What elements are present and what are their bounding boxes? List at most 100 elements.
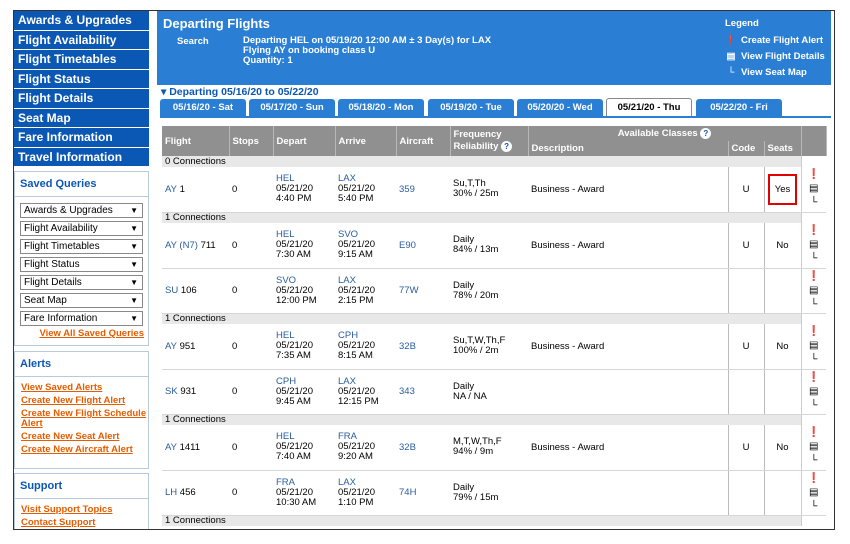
carrier-link[interactable]: AY: [165, 240, 177, 251]
icons-cell: ❗ ▤ └: [800, 470, 827, 516]
col-stops: Stops: [229, 126, 274, 157]
seat-icon[interactable]: └: [805, 353, 824, 367]
legend-view-seat-map[interactable]: └ View Seat Map: [725, 66, 825, 82]
details-icon[interactable]: ▤: [805, 284, 824, 298]
details-icon[interactable]: ▤: [805, 385, 824, 399]
aircraft-link[interactable]: 32B: [396, 324, 450, 370]
flight-row: LH 456 0 FRA 05/21/20 10:30 AM LAX 05/21/20 1:1…: [162, 470, 827, 516]
legend-view-flight-details[interactable]: ▤ View Flight Details: [725, 50, 825, 66]
seat-icon[interactable]: └: [805, 399, 824, 413]
carrier-link[interactable]: SK: [165, 386, 178, 397]
saved-query-select-flight-details[interactable]: Flight Details ▼: [20, 275, 143, 290]
nav-item-flight-timetables[interactable]: Flight Timetables: [14, 50, 149, 70]
aircraft-link[interactable]: 343: [396, 369, 450, 415]
alert-link-create-new-aircraft-alert[interactable]: Create New Aircraft Alert: [15, 445, 148, 455]
date-tab[interactable]: 05/21/20 - Thu: [606, 98, 692, 117]
aircraft-link[interactable]: 77W: [396, 268, 450, 314]
aircraft-link[interactable]: 359: [396, 167, 450, 213]
view-all-saved-queries-link[interactable]: View All Saved Queries: [15, 329, 148, 339]
alert-icon[interactable]: ❗: [805, 371, 824, 385]
nav-item-seat-map[interactable]: Seat Map: [14, 108, 149, 128]
aircraft-link[interactable]: 32B: [396, 425, 450, 471]
col-code: Code: [728, 141, 765, 157]
saved-query-select-awards-and-upgrades[interactable]: Awards & Upgrades ▼: [20, 203, 143, 218]
support-link-contact-support[interactable]: Contact Support: [15, 518, 148, 528]
help-icon[interactable]: ?: [700, 128, 712, 139]
alert-icon[interactable]: ❗: [805, 325, 824, 339]
help-icon[interactable]: ?: [501, 141, 513, 152]
alert-link-create-new-flight-alert[interactable]: Create New Flight Alert: [15, 396, 148, 406]
legend-title: Legend: [725, 18, 759, 29]
seat-icon[interactable]: └: [805, 298, 824, 312]
sidebar: Awards & Upgrades Flight Availability Flig…: [14, 11, 149, 529]
details-icon[interactable]: ▤: [805, 238, 824, 252]
seats-available: No: [776, 340, 789, 352]
alert-icon[interactable]: ❗: [805, 426, 824, 440]
legend-create-flight-alert[interactable]: ❗ Create Flight Alert: [725, 34, 825, 50]
date-tab[interactable]: 05/20/20 - Wed: [517, 99, 603, 116]
saved-query-select-flight-status[interactable]: Flight Status ▼: [20, 257, 143, 272]
details-icon[interactable]: ▤: [805, 440, 824, 454]
carrier-link[interactable]: SU: [165, 285, 178, 296]
carrier-note: (N7): [176, 239, 198, 251]
details-icon[interactable]: ▤: [805, 182, 824, 196]
legend: Legend ❗ Create Flight Alert ▤ View Flight…: [725, 18, 825, 82]
details-icon[interactable]: ▤: [805, 339, 824, 353]
seat-icon[interactable]: └: [805, 252, 824, 266]
depart-cell: SVO 05/21/20 12:00 PM: [273, 268, 335, 314]
carrier-link[interactable]: AY: [165, 184, 177, 195]
alert-icon[interactable]: ❗: [805, 472, 824, 486]
select-value: Awards & Upgrades: [24, 205, 113, 216]
arrive-cell: LAX 05/21/20 2:15 PM: [335, 268, 396, 314]
date-tab[interactable]: 05/19/20 - Tue: [428, 99, 514, 116]
depart-time: 7:35 AM: [276, 350, 311, 362]
carrier-link[interactable]: AY: [165, 341, 177, 352]
nav-item-awards-and-upgrades[interactable]: Awards & Upgrades: [14, 11, 149, 31]
col-arrive: Arrive: [335, 126, 397, 157]
col-actions: [801, 126, 827, 157]
stops-cell: 0: [229, 324, 273, 370]
alert-icon[interactable]: ❗: [805, 224, 824, 238]
aircraft-link[interactable]: 74H: [396, 470, 450, 516]
date-tab[interactable]: 05/17/20 - Sun: [249, 99, 335, 116]
flight-cell: SU 106: [162, 268, 229, 314]
seat-icon[interactable]: └: [805, 196, 824, 210]
saved-query-select-flight-availability[interactable]: Flight Availability ▼: [20, 221, 143, 236]
flight-cell: AY (N7) 711: [162, 223, 229, 269]
nav-item-flight-availability[interactable]: Flight Availability: [14, 30, 149, 50]
class-description: [528, 470, 728, 516]
aircraft-link[interactable]: E90: [396, 223, 450, 269]
arrive-time: 1:10 PM: [338, 496, 374, 508]
class-description: Business - Award: [528, 167, 728, 213]
saved-query-select-flight-timetables[interactable]: Flight Timetables ▼: [20, 239, 143, 254]
details-icon[interactable]: ▤: [805, 486, 824, 500]
nav-item-flight-status[interactable]: Flight Status: [14, 69, 149, 89]
tabs-divider: [160, 116, 831, 118]
date-tab[interactable]: 05/22/20 - Fri: [696, 99, 782, 116]
alert-icon[interactable]: ❗: [805, 270, 824, 284]
saved-query-select-fare-information[interactable]: Fare Information ▼: [20, 311, 143, 326]
nav-item-fare-information[interactable]: Fare Information: [14, 128, 149, 148]
alert-link-create-new-flight-schedule-alert[interactable]: Create New Flight Schedule Alert: [15, 409, 148, 429]
carrier-link[interactable]: LH: [165, 487, 177, 498]
select-value: Flight Details: [24, 277, 82, 288]
connection-label: 1 Connections: [162, 313, 802, 325]
alert-icon[interactable]: ❗: [805, 168, 824, 182]
icons-cell: ❗ ▤ └: [800, 223, 827, 269]
support-title: Support: [15, 474, 148, 499]
date-tab[interactable]: 05/18/20 - Mon: [338, 99, 424, 116]
collapse-triangle-icon[interactable]: ▾: [161, 86, 166, 98]
saved-query-select-seat-map[interactable]: Seat Map ▼: [20, 293, 143, 308]
seat-icon[interactable]: └: [805, 454, 824, 468]
nav-item-travel-information[interactable]: Travel Information: [14, 147, 149, 167]
alert-link-view-saved-alerts[interactable]: View Saved Alerts: [15, 383, 148, 393]
carrier-link[interactable]: AY: [165, 442, 177, 453]
class-code: U: [727, 167, 764, 213]
alert-link-create-new-seat-alert[interactable]: Create New Seat Alert: [15, 432, 148, 442]
seat-icon[interactable]: └: [805, 500, 824, 514]
select-value: Flight Timetables: [24, 241, 100, 252]
date-tab[interactable]: 05/16/20 - Sat: [160, 99, 246, 116]
support-link-visit-support-topics[interactable]: Visit Support Topics: [15, 505, 148, 515]
nav-item-flight-details[interactable]: Flight Details: [14, 89, 149, 109]
seats-cell: No: [763, 324, 802, 370]
